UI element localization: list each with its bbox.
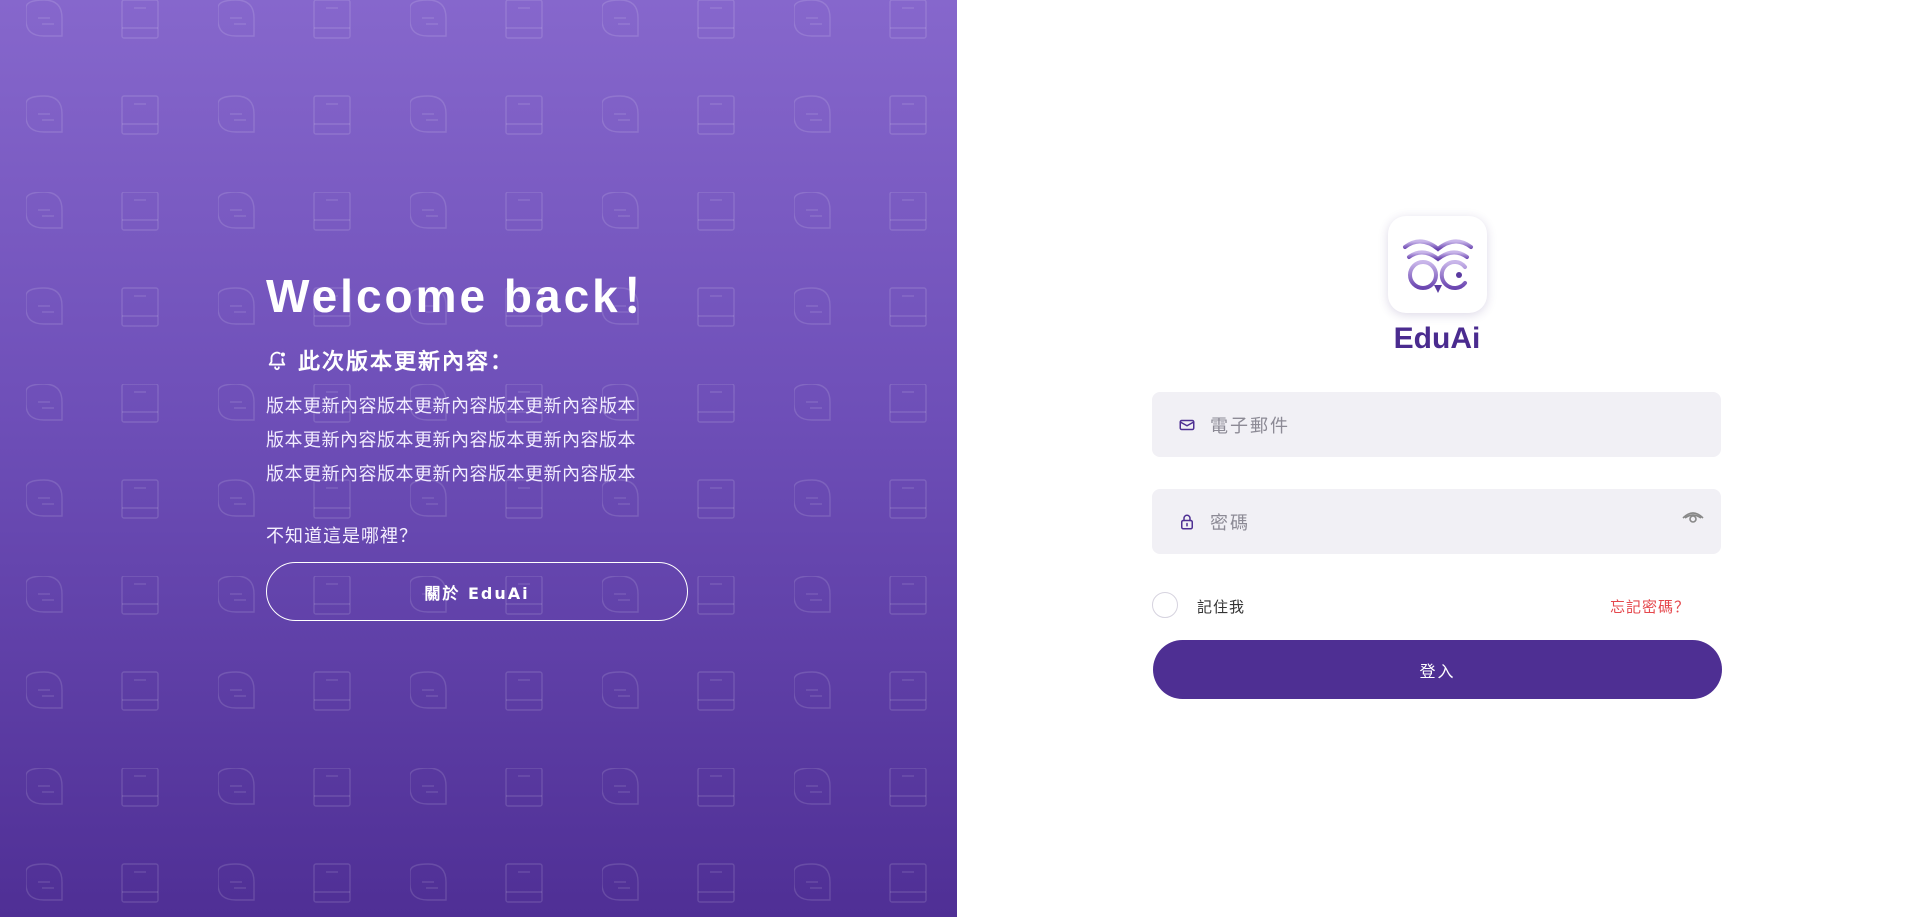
mail-icon: [1178, 416, 1196, 434]
remember-row: 記住我 忘記密碼？: [1152, 592, 1712, 618]
bell-icon: [266, 349, 288, 371]
update-content: 版本更新內容版本更新內容版本更新內容版本 版本更新內容版本更新內容版本更新內容版…: [266, 390, 726, 492]
login-panel: EduAi 電子郵件 密碼 記住我 忘記密碼？ 登入: [957, 0, 1917, 917]
update-line: 版本更新內容版本更新內容版本更新內容版本: [266, 464, 636, 485]
email-placeholder: 電子郵件: [1210, 415, 1290, 437]
password-placeholder: 密碼: [1210, 512, 1250, 534]
lock-icon: [1178, 513, 1196, 531]
unknown-text: 不知道這是哪裡？: [266, 526, 418, 547]
brand-name: EduAi: [1393, 322, 1481, 355]
email-field[interactable]: 電子郵件: [1152, 392, 1721, 457]
welcome-content: Welcome back！ 此次版本更新內容： 版本更新內容版本更新內容版本更新…: [266, 268, 726, 621]
forgot-password-link[interactable]: 忘記密碼？: [1610, 596, 1690, 617]
update-heading-row: 此次版本更新內容：: [266, 344, 726, 376]
welcome-title: Welcome back！: [266, 270, 670, 322]
owl-logo: [1388, 216, 1487, 313]
password-field[interactable]: 密碼: [1152, 489, 1721, 554]
remember-checkbox[interactable]: [1152, 592, 1178, 618]
update-line: 版本更新內容版本更新內容版本更新內容版本: [266, 396, 636, 417]
login-button[interactable]: 登入: [1153, 640, 1722, 699]
update-heading: 此次版本更新內容：: [298, 350, 515, 375]
owl-logo-icon: [1402, 239, 1473, 293]
eye-icon[interactable]: [1681, 509, 1705, 527]
update-line: 版本更新內容版本更新內容版本更新內容版本: [266, 430, 636, 451]
welcome-panel: Welcome back！ 此次版本更新內容： 版本更新內容版本更新內容版本更新…: [0, 0, 957, 917]
remember-label: 記住我: [1197, 598, 1246, 616]
about-eduai-button[interactable]: 關於 EduAi: [266, 562, 688, 621]
